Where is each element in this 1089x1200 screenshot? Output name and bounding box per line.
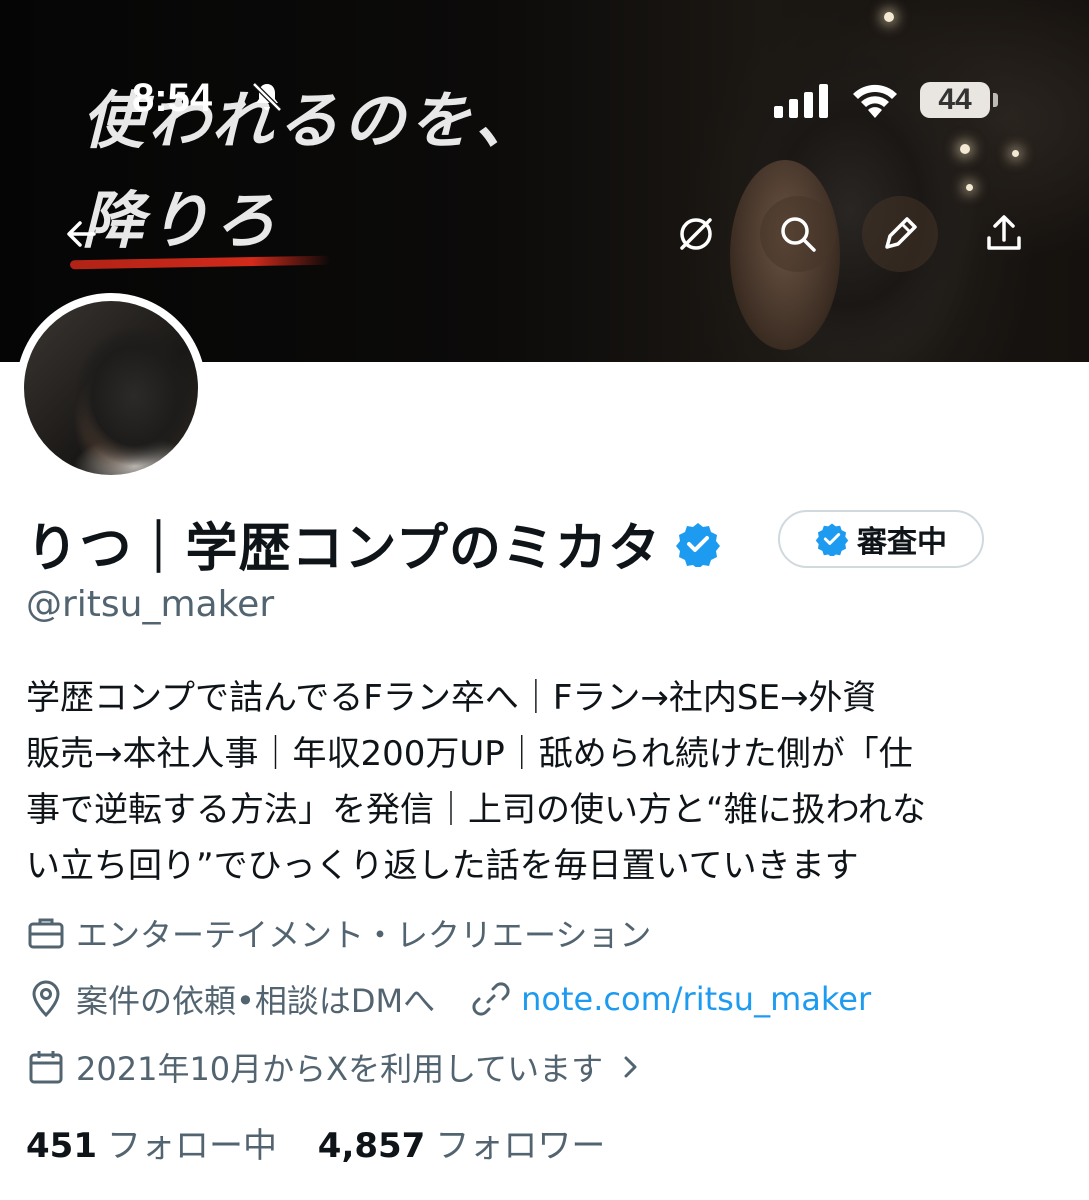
silent-mode-icon xyxy=(252,82,282,112)
wifi-icon xyxy=(853,84,897,118)
following-count: 451 xyxy=(26,1126,97,1166)
back-arrow-icon xyxy=(67,221,96,247)
location-pin-icon xyxy=(32,980,60,1018)
share-button[interactable] xyxy=(966,196,1042,272)
profile-banner[interactable]: 使われるのを、 降りろ 8:54 44 xyxy=(0,0,1089,362)
cellular-signal-icon xyxy=(774,84,828,118)
name-row: りつ｜学歴コンプのミカタ xyxy=(26,506,721,581)
bio-line: 事で逆転する方法」を発信｜上司の使い方と“雑に扱われな xyxy=(26,790,926,830)
grok-button[interactable] xyxy=(658,196,734,272)
chevron-right-icon xyxy=(624,1056,637,1078)
following-link[interactable]: 451 フォロー中 xyxy=(26,1126,318,1166)
followers-link[interactable]: 4,857 フォロワー xyxy=(318,1126,636,1166)
battery-indicator: 44 xyxy=(920,82,990,118)
review-status-button[interactable]: 審査中 xyxy=(778,510,984,568)
profile-location: 案件の依頼•相談はDMへ xyxy=(76,982,436,1020)
verified-badge-icon[interactable] xyxy=(675,521,721,567)
location-link-row: 案件の依頼•相談はDMへ note.com/ritsu_maker xyxy=(26,976,871,1022)
search-icon xyxy=(781,217,816,252)
avatar-photo xyxy=(24,301,198,475)
bio-line: い立ち回り”でひっくり返した話を毎日置いていきます xyxy=(26,846,859,886)
gym-light xyxy=(960,144,970,154)
username-handle: @ritsu_maker xyxy=(26,584,275,625)
joined-row[interactable]: 2021年10月からXを利用しています xyxy=(26,1044,655,1090)
grok-icon xyxy=(680,218,712,250)
category-row: エンターテイメント・レクリエーション xyxy=(26,910,651,956)
search-button[interactable] xyxy=(760,196,836,272)
display-name: りつ｜学歴コンプのミカタ xyxy=(26,519,661,579)
gym-light xyxy=(966,184,973,191)
gym-light xyxy=(1012,150,1019,157)
pencil-icon xyxy=(885,217,917,249)
bio-line: 学歴コンプで詰んでるFラン卒へ｜Fラン→社内SE→外資 xyxy=(26,678,877,718)
link-icon xyxy=(472,982,510,1016)
profile-category: エンターテイメント・レクリエーション xyxy=(76,916,652,954)
follow-stats: 451 フォロー中 4,857 フォロワー xyxy=(26,1118,635,1167)
joined-date: 2021年10月からXを利用しています xyxy=(76,1050,604,1088)
gym-light xyxy=(884,12,894,22)
edit-button[interactable] xyxy=(862,196,938,272)
profile-avatar[interactable] xyxy=(16,293,206,483)
battery-nub xyxy=(993,93,998,107)
share-icon xyxy=(987,215,1021,250)
followers-count: 4,857 xyxy=(317,1126,426,1166)
review-status-label: 審査中 xyxy=(857,525,947,560)
briefcase-icon xyxy=(28,918,64,949)
bio-line: 販売→本社人事｜年収200万UP｜舐められ続けた側が「仕 xyxy=(26,734,913,774)
verified-badge-icon xyxy=(815,523,849,556)
calendar-icon xyxy=(29,1051,63,1084)
status-time: 8:54 xyxy=(132,76,213,120)
following-label: フォロー中 xyxy=(106,1126,277,1166)
profile-bio: 学歴コンプで詰んでるFラン卒へ｜Fラン→社内SE→外資 販売→本社人事｜年収20… xyxy=(26,670,1076,894)
followers-label: フォロワー xyxy=(435,1126,606,1166)
profile-website-link[interactable]: note.com/ritsu_maker xyxy=(521,980,871,1018)
back-button[interactable] xyxy=(44,196,120,272)
